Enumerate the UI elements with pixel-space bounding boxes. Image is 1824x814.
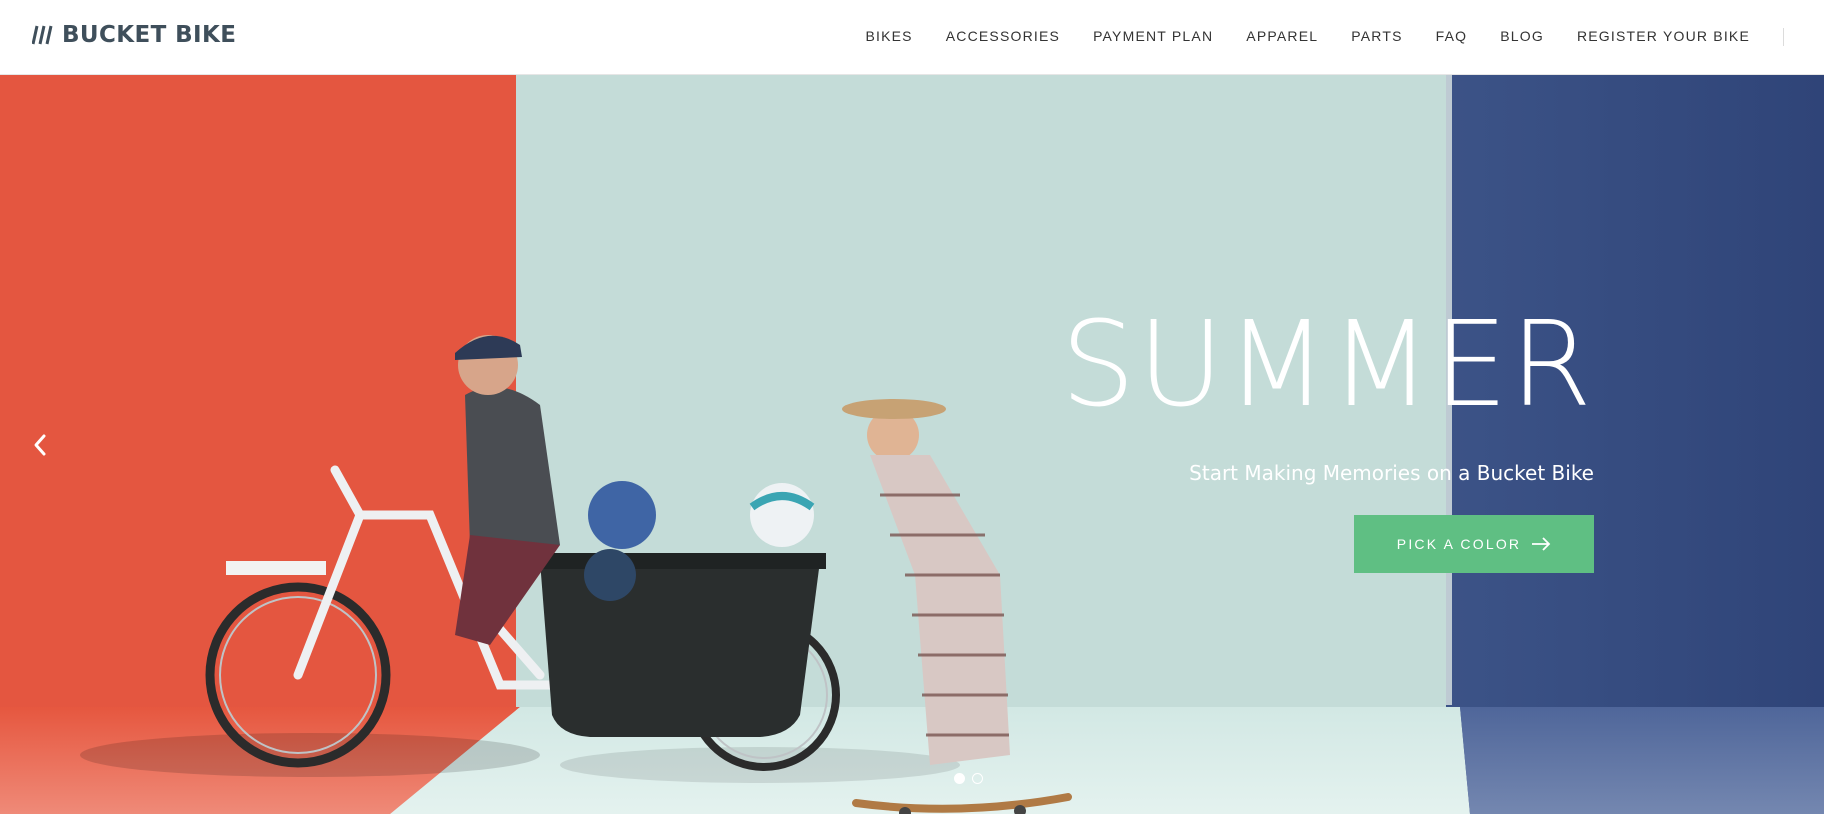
arrow-right-icon <box>1532 537 1551 551</box>
hero-title: SUMMER <box>1060 295 1594 433</box>
hero-subtitle: Start Making Memories on a Bucket Bike <box>1189 461 1594 485</box>
main-nav: BIKES ACCESSORIES PAYMENT PLAN APPAREL P… <box>865 28 1750 44</box>
site-header: BUCKET BIKE BIKES ACCESSORIES PAYMENT PL… <box>0 0 1824 75</box>
nav-item-accessories[interactable]: ACCESSORIES <box>946 28 1060 44</box>
logo-text: BUCKET BIKE <box>62 22 237 48</box>
chevron-left-icon[interactable] <box>28 430 52 460</box>
nav-item-parts[interactable]: PARTS <box>1351 28 1402 44</box>
cta-label: PICK A COLOR <box>1396 536 1522 552</box>
nav-item-blog[interactable]: BLOG <box>1500 28 1544 44</box>
hero-content: SUMMER Start Making Memories on a Bucket… <box>1061 305 1594 485</box>
carousel-dot-2[interactable] <box>972 773 983 784</box>
nav-divider <box>1783 28 1784 46</box>
nav-item-bikes[interactable]: BIKES <box>865 28 912 44</box>
nav-item-payment-plan[interactable]: PAYMENT PLAN <box>1093 28 1213 44</box>
hero-carousel: SUMMER Start Making Memories on a Bucket… <box>0 75 1824 814</box>
triple-slash-icon <box>32 25 53 45</box>
nav-item-register-your-bike[interactable]: REGISTER YOUR BIKE <box>1577 28 1750 44</box>
nav-item-faq[interactable]: FAQ <box>1436 28 1468 44</box>
pick-a-color-button[interactable]: PICK A COLOR <box>1354 515 1594 573</box>
nav-item-apparel[interactable]: APPAREL <box>1246 28 1318 44</box>
carousel-dot-1[interactable] <box>954 773 965 784</box>
logo-link[interactable]: BUCKET BIKE <box>32 22 236 48</box>
carousel-dots <box>954 773 983 784</box>
